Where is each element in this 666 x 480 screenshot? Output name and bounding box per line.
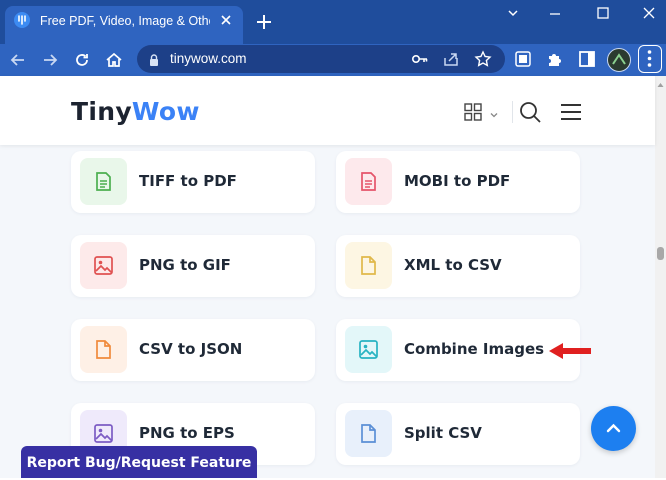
- star-icon[interactable]: [473, 49, 493, 69]
- reload-icon[interactable]: [72, 50, 92, 70]
- red-arrow-pointer: [547, 341, 593, 361]
- tool-label: TIFF to PDF: [139, 172, 237, 190]
- sidebar-icon[interactable]: [577, 49, 597, 69]
- file-icon: [345, 410, 392, 457]
- menu-dots-icon[interactable]: [638, 45, 662, 73]
- search-icon[interactable]: [518, 100, 542, 124]
- minimize-icon[interactable]: [542, 4, 568, 22]
- grid-icon[interactable]: [464, 103, 482, 121]
- url-text: tinywow.com: [170, 51, 247, 66]
- scrollbar-thumb[interactable]: [657, 247, 664, 260]
- file-icon: [345, 242, 392, 289]
- tool-card-mobi-to-pdf[interactable]: MOBI to PDF: [336, 151, 580, 213]
- scroll-to-top-button[interactable]: [591, 406, 636, 451]
- tool-card-xml-to-csv[interactable]: XML to CSV: [336, 235, 580, 297]
- profile-avatar[interactable]: [607, 48, 631, 72]
- maximize-icon[interactable]: [590, 4, 616, 22]
- chevron-down-icon[interactable]: [500, 4, 526, 22]
- tool-card-csv-to-json[interactable]: CSV to JSON: [71, 319, 315, 381]
- report-bug-button[interactable]: Report Bug/Request Feature: [21, 446, 257, 478]
- scroll-up-arrow-icon[interactable]: [655, 76, 666, 88]
- tool-label: Combine Images: [404, 340, 545, 358]
- tool-card-combine-images[interactable]: Combine Images: [336, 319, 580, 381]
- window-close-icon[interactable]: [636, 4, 662, 22]
- header-divider: [512, 101, 513, 123]
- image-icon: [345, 326, 392, 373]
- chevron-down-icon[interactable]: [488, 106, 500, 118]
- image-icon: [80, 242, 127, 289]
- share-icon[interactable]: [441, 49, 461, 69]
- page-scrollbar[interactable]: [655, 76, 666, 478]
- tool-card-split-csv[interactable]: Split CSV: [336, 403, 580, 465]
- extension-icon[interactable]: [513, 49, 533, 69]
- logo-text-tiny: Tiny: [71, 97, 132, 126]
- hamburger-icon[interactable]: [560, 102, 582, 122]
- key-icon[interactable]: [410, 49, 430, 69]
- tool-label: PNG to EPS: [139, 424, 235, 442]
- tool-label: Split CSV: [404, 424, 482, 442]
- tool-label: PNG to GIF: [139, 256, 231, 274]
- chevron-up-icon: [606, 423, 621, 433]
- new-tab-icon[interactable]: [253, 11, 275, 33]
- tool-label: XML to CSV: [404, 256, 502, 274]
- logo-text-wow: Wow: [131, 97, 200, 126]
- tool-label: CSV to JSON: [139, 340, 243, 358]
- lock-icon[interactable]: [148, 52, 160, 66]
- document-icon: [80, 158, 127, 205]
- forward-icon[interactable]: [40, 50, 60, 70]
- puzzle-icon[interactable]: [545, 49, 565, 69]
- tool-label: MOBI to PDF: [404, 172, 511, 190]
- home-icon[interactable]: [104, 50, 124, 70]
- tool-card-tiff-to-pdf[interactable]: TIFF to PDF: [71, 151, 315, 213]
- tab-title: Free PDF, Video, Image & Other O: [40, 14, 210, 28]
- tab-favicon-icon: [14, 12, 30, 28]
- document-icon: [345, 158, 392, 205]
- site-logo[interactable]: TinyWow: [71, 97, 200, 127]
- file-icon: [80, 326, 127, 373]
- tool-card-png-to-gif[interactable]: PNG to GIF: [71, 235, 315, 297]
- tab-close-icon[interactable]: [218, 12, 234, 28]
- back-icon[interactable]: [8, 50, 28, 70]
